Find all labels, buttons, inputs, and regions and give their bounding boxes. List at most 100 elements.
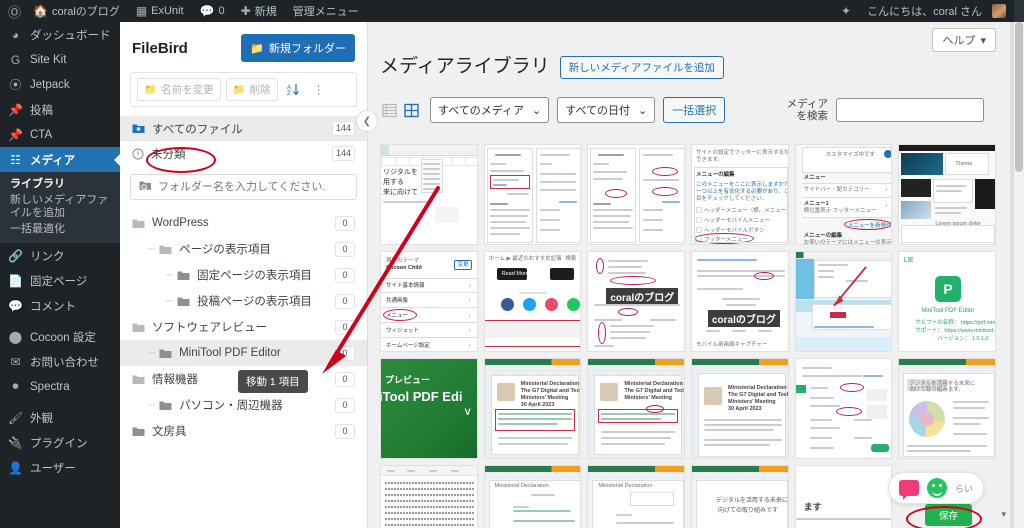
sidebar-subitem-add-media[interactable]: 新しいメディアファイルを追加 bbox=[0, 192, 120, 221]
rename-folder-button[interactable]: 📁 名前を変更 bbox=[137, 78, 221, 101]
media-tile[interactable]: ます bbox=[794, 465, 893, 528]
smiley-icon[interactable] bbox=[926, 478, 947, 498]
help-button[interactable]: ヘルプ ▾ bbox=[932, 28, 996, 52]
sidebar-item-comments[interactable]: 💬 コメント bbox=[0, 293, 120, 318]
folder-dark-icon bbox=[177, 296, 190, 307]
sidebar-item-label: Spectra bbox=[30, 380, 70, 393]
media-tile[interactable]: 現在のテーマ Cocoon Child 変更 サイト基本情報 › 共通画像 › … bbox=[380, 251, 478, 352]
sidebar-item-cta[interactable]: 📌 CTA bbox=[0, 122, 120, 147]
adminbar-account[interactable]: こんにちは、coral さん bbox=[859, 0, 1014, 22]
folder-row-minitool-pdf-editor[interactable]: ─ MiniTool PDF Editor 0 bbox=[120, 340, 367, 366]
save-button[interactable]: 保存 bbox=[924, 504, 972, 526]
add-new-media-button[interactable]: 新しいメディアファイルを追加 bbox=[559, 55, 724, 79]
grid-view-icon[interactable] bbox=[402, 101, 420, 119]
new-folder-button[interactable]: 📁 新規フォルダー bbox=[241, 34, 355, 62]
media-tile[interactable]: Ministerial Declaration The G7 Digital a… bbox=[690, 358, 789, 459]
media-tile[interactable]: Ministerial Declaration The G7 Digital a… bbox=[587, 358, 685, 459]
sidebar-item-jetpack[interactable]: ⦿ Jetpack bbox=[0, 72, 120, 97]
media-tile[interactable]: プレビュー iTool PDF Edi V bbox=[380, 358, 478, 459]
delete-folder-button[interactable]: 📁 削除 bbox=[225, 78, 278, 101]
folder-row-software-review[interactable]: ソフトウェアレビュー 0 bbox=[120, 314, 367, 340]
sidebar-item-cocoon[interactable]: ⬤ Cocoon 設定 bbox=[0, 324, 120, 349]
sidebar-item-media[interactable]: ☷ メディア bbox=[0, 147, 120, 172]
folder-row-wordpress[interactable]: WordPress 0 bbox=[120, 210, 367, 236]
media-search-area: メディア を検索 bbox=[787, 98, 1002, 122]
folder-row-fixed-page-display-items[interactable]: ─ 固定ページの表示項目 0 bbox=[120, 262, 367, 288]
scrollbar-thumb[interactable] bbox=[1015, 22, 1023, 172]
adminbar-site-label: coralのブログ bbox=[51, 6, 120, 18]
media-tile[interactable]: Ministerial Declaration The G7 Digital a… bbox=[483, 358, 582, 459]
sidebar-item-pages[interactable]: 📄 固定ページ bbox=[0, 268, 120, 293]
spectra-icon: ⏺ bbox=[12, 379, 19, 393]
sort-az-icon[interactable]: AZ bbox=[283, 81, 304, 98]
media-tile[interactable]: リジタルを 用する 来に向けて bbox=[380, 144, 478, 245]
media-tile[interactable] bbox=[380, 465, 478, 528]
sidebar-item-label: 固定ページ bbox=[30, 275, 88, 288]
sidebar-subitem-library[interactable]: ライブラリ bbox=[0, 176, 120, 192]
chevron-down-icon[interactable]: ▾ bbox=[1001, 509, 1006, 520]
adminbar-greeting: こんにちは、coral さん bbox=[867, 6, 982, 18]
sidebar-item-posts[interactable]: 📌 投稿 bbox=[0, 97, 120, 122]
date-filter[interactable]: すべての日付 ⌄ bbox=[557, 97, 656, 123]
adminbar-item-comments[interactable]: 💬 0 bbox=[192, 0, 233, 22]
list-view-icon[interactable] bbox=[380, 101, 398, 119]
media-tile[interactable] bbox=[483, 144, 582, 245]
filebird-folder-tree: WordPress 0 ─ ページの表示項目 0 ─ 固定ページの表示項目 0 … bbox=[120, 210, 367, 444]
sidebar-item-links[interactable]: 🔗 リンク bbox=[0, 243, 120, 268]
media-tile[interactable]: LIE P MiniTool PDF Editor サビフトの名称： https… bbox=[898, 251, 996, 352]
adminbar-item-adminmenu[interactable]: 管理メニュー bbox=[285, 0, 367, 22]
media-filter-bar: すべてのメディア ⌄ すべての日付 ⌄ 一括選択 メディア を検索 bbox=[380, 94, 1002, 126]
folder-row-pc-peripherals[interactable]: ─ パソコン・周辺機器 0 bbox=[120, 392, 367, 418]
bulk-select-button[interactable]: 一括選択 bbox=[663, 97, 726, 123]
folder-search-box[interactable] bbox=[130, 174, 357, 200]
media-tile[interactable]: サイトの設定でフッターに表示するかどうか できます。 メニューの編集 このメニュ… bbox=[690, 144, 789, 245]
page-scrollbar[interactable] bbox=[1014, 22, 1024, 528]
sidebar-item-label: ダッシュボード bbox=[30, 29, 111, 42]
sidebar-item-contact[interactable]: ✉ お問い合わせ bbox=[0, 349, 120, 374]
adminbar-item-exunit[interactable]: ▦ ExUnit bbox=[128, 0, 192, 22]
sidebar-item-label: CTA bbox=[30, 128, 53, 141]
media-tile[interactable]: coralのブログ bbox=[587, 251, 685, 352]
adminbar-item-new[interactable]: ✚ 新規 bbox=[233, 0, 285, 22]
media-tile[interactable]: デジタルを活用する未来に 向けて取り組みます。 bbox=[898, 358, 996, 459]
media-tile[interactable]: Ministerial Declaration bbox=[587, 465, 685, 528]
wordpress-logo-icon[interactable]: Ⓞ bbox=[0, 2, 25, 21]
chat-bubble-icon[interactable] bbox=[898, 480, 919, 500]
sidebar-item-dashboard[interactable]: ◕ ダッシュボード bbox=[0, 22, 120, 47]
folder-label: ページの表示項目 bbox=[179, 244, 271, 256]
folder-search-input[interactable] bbox=[158, 181, 348, 193]
folder-row-uncategorized[interactable]: 未分類 144 bbox=[120, 141, 367, 166]
sidebar-item-label: Site Kit bbox=[30, 53, 67, 66]
media-tile[interactable] bbox=[794, 251, 893, 352]
media-tile[interactable] bbox=[587, 144, 685, 245]
sidebar-item-appearance[interactable]: 🖌 外観 bbox=[0, 405, 120, 430]
media-tile[interactable]: ホーム ▶ 最近のおすすめ記事 検索 Read More bbox=[483, 251, 582, 352]
media-library-main: ヘルプ ▾ メディアライブラリ 新しいメディアファイルを追加 すべてのメディア … bbox=[368, 22, 1014, 528]
media-tile[interactable]: Theme Lorem ipsum dolor bbox=[898, 144, 996, 245]
sitekit-icon: G bbox=[10, 52, 21, 67]
folder-count: 0 bbox=[335, 267, 355, 283]
media-tile[interactable]: カスタマイズ中です メニュー サイドバー・配カテゴリー › メニュー1 横位置表… bbox=[794, 144, 893, 245]
folder-row-all-files[interactable]: すべてのファイル 144 bbox=[120, 116, 367, 141]
media-type-filter[interactable]: すべてのメディア ⌄ bbox=[430, 97, 550, 123]
sidebar-subitem-bulk-optimize[interactable]: 一括最適化 bbox=[0, 221, 120, 237]
chevron-left-icon[interactable]: ❮ bbox=[356, 110, 378, 132]
sidebar-item-sitekit[interactable]: G Site Kit bbox=[0, 47, 120, 72]
svg-text:Z: Z bbox=[287, 91, 291, 96]
adminbar-item-site[interactable]: 🏠 coralのブログ bbox=[25, 0, 128, 22]
media-tile[interactable]: Ministerial Declaration bbox=[483, 465, 582, 528]
folder-row-post-page-display-items[interactable]: ─ 投稿ページの表示項目 0 bbox=[120, 288, 367, 314]
adminbar-sparkle[interactable]: ✦ bbox=[833, 0, 859, 22]
floating-chat-widget[interactable]: らい bbox=[887, 472, 984, 504]
media-tile[interactable]: デジタルを活用する未来に 向けての取り組みです bbox=[690, 465, 789, 528]
vertical-dots-icon[interactable]: ⋮ bbox=[309, 81, 329, 99]
media-search-input[interactable] bbox=[836, 98, 984, 122]
folder-row-stationery[interactable]: 文房具 0 bbox=[120, 418, 367, 444]
media-search-label-line1: メディア bbox=[786, 98, 828, 110]
sidebar-item-spectra[interactable]: ⏺ Spectra bbox=[0, 374, 120, 399]
sidebar-item-plugins[interactable]: 🔌 プラグイン bbox=[0, 430, 120, 455]
sidebar-item-users[interactable]: 👤 ユーザー bbox=[0, 455, 120, 480]
media-tile[interactable]: coralのブログ モバイル用画面キャプチャー bbox=[690, 251, 789, 352]
media-tile[interactable] bbox=[794, 358, 893, 459]
folder-row-page-display-items[interactable]: ─ ページの表示項目 0 bbox=[120, 236, 367, 262]
